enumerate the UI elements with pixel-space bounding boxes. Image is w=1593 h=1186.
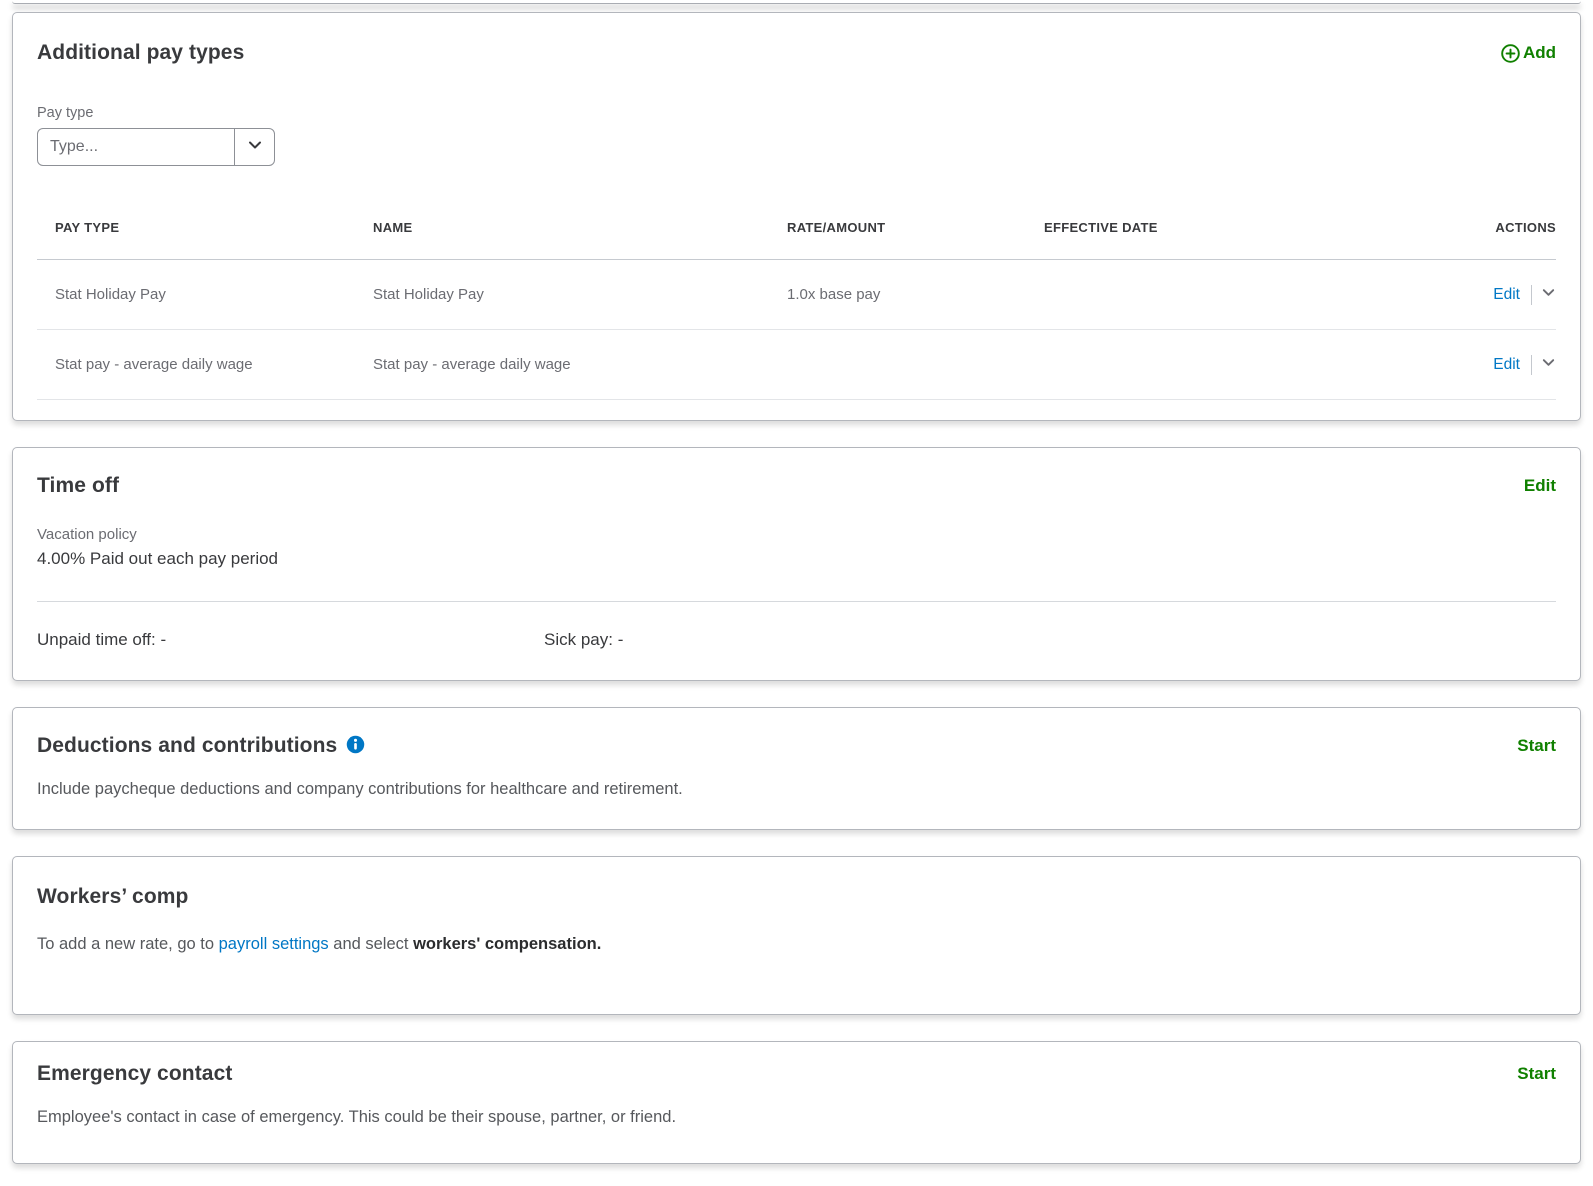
emergency-contact-description: Employee's contact in case of emergency.… xyxy=(37,1108,1556,1127)
row-actions-menu-button[interactable] xyxy=(1541,285,1556,304)
pay-type-select-toggle[interactable] xyxy=(234,129,274,165)
deductions-contributions-card: Deductions and contributions Start Inclu… xyxy=(12,707,1581,830)
plus-circle-icon xyxy=(1500,43,1523,64)
table-row: Stat pay - average daily wage Stat pay -… xyxy=(37,330,1556,400)
additional-pay-types-title: Additional pay types xyxy=(37,41,244,65)
deductions-description: Include paycheque deductions and company… xyxy=(37,780,1556,799)
description-text: To add a new rate, go to xyxy=(37,935,219,953)
row-name: Stat pay - average daily wage xyxy=(373,356,787,373)
deductions-contributions-title: Deductions and contributions xyxy=(37,734,337,758)
edit-row-button[interactable]: Edit xyxy=(1493,356,1520,374)
chevron-down-icon xyxy=(1541,285,1556,304)
row-rate-amount: 1.0x base pay xyxy=(787,286,1044,303)
emergency-contact-start-button[interactable]: Start xyxy=(1517,1064,1556,1084)
column-header-pay-type: PAY TYPE xyxy=(37,220,373,235)
edit-row-button[interactable]: Edit xyxy=(1493,286,1520,304)
divider xyxy=(1531,285,1532,305)
deductions-start-button[interactable]: Start xyxy=(1517,736,1556,756)
pay-type-select[interactable]: Type... xyxy=(37,128,275,166)
column-header-effective-date: EFFECTIVE DATE xyxy=(1044,220,1406,235)
column-header-rate-amount: RATE/AMOUNT xyxy=(787,220,1044,235)
time-off-title: Time off xyxy=(37,474,119,498)
previous-card-cutoff xyxy=(12,0,1581,4)
vacation-policy-value: 4.00% Paid out each pay period xyxy=(37,549,1556,569)
divider xyxy=(37,601,1556,602)
row-pay-type: Stat Holiday Pay xyxy=(37,286,373,303)
time-off-edit-button[interactable]: Edit xyxy=(1524,476,1556,496)
additional-pay-types-card: Additional pay types Add Pay type Type..… xyxy=(12,12,1581,421)
chevron-down-icon xyxy=(247,137,263,158)
pay-types-table: PAY TYPE NAME RATE/AMOUNT EFFECTIVE DATE… xyxy=(37,196,1556,400)
emergency-contact-card: Emergency contact Start Employee's conta… xyxy=(12,1041,1581,1164)
workers-compensation-bold-text: workers' compensation. xyxy=(413,935,601,953)
workers-comp-description: To add a new rate, go to payroll setting… xyxy=(37,935,1556,954)
info-icon[interactable] xyxy=(346,735,365,759)
add-button-label: Add xyxy=(1523,43,1556,63)
unpaid-time-off-value: Unpaid time off: - xyxy=(37,630,544,650)
pay-type-select-placeholder: Type... xyxy=(38,129,234,165)
chevron-down-icon xyxy=(1541,355,1556,374)
add-pay-type-button[interactable]: Add xyxy=(1500,43,1556,64)
workers-comp-card: Workers’ comp To add a new rate, go to p… xyxy=(12,856,1581,1015)
workers-comp-title: Workers’ comp xyxy=(37,885,1556,909)
column-header-name: NAME xyxy=(373,220,787,235)
pay-types-table-header: PAY TYPE NAME RATE/AMOUNT EFFECTIVE DATE… xyxy=(37,196,1556,260)
row-actions-menu-button[interactable] xyxy=(1541,355,1556,374)
description-text: and select xyxy=(329,935,413,953)
sick-pay-value: Sick pay: - xyxy=(544,630,623,650)
emergency-contact-title: Emergency contact xyxy=(37,1062,232,1086)
column-header-actions: ACTIONS xyxy=(1406,220,1556,235)
pay-type-field-label: Pay type xyxy=(37,105,1556,121)
row-name: Stat Holiday Pay xyxy=(373,286,787,303)
vacation-policy-label: Vacation policy xyxy=(37,526,1556,543)
row-pay-type: Stat pay - average daily wage xyxy=(37,356,373,373)
table-row: Stat Holiday Pay Stat Holiday Pay 1.0x b… xyxy=(37,260,1556,330)
divider xyxy=(1531,355,1532,375)
time-off-card: Time off Edit Vacation policy 4.00% Paid… xyxy=(12,447,1581,681)
payroll-settings-link[interactable]: payroll settings xyxy=(219,935,329,953)
